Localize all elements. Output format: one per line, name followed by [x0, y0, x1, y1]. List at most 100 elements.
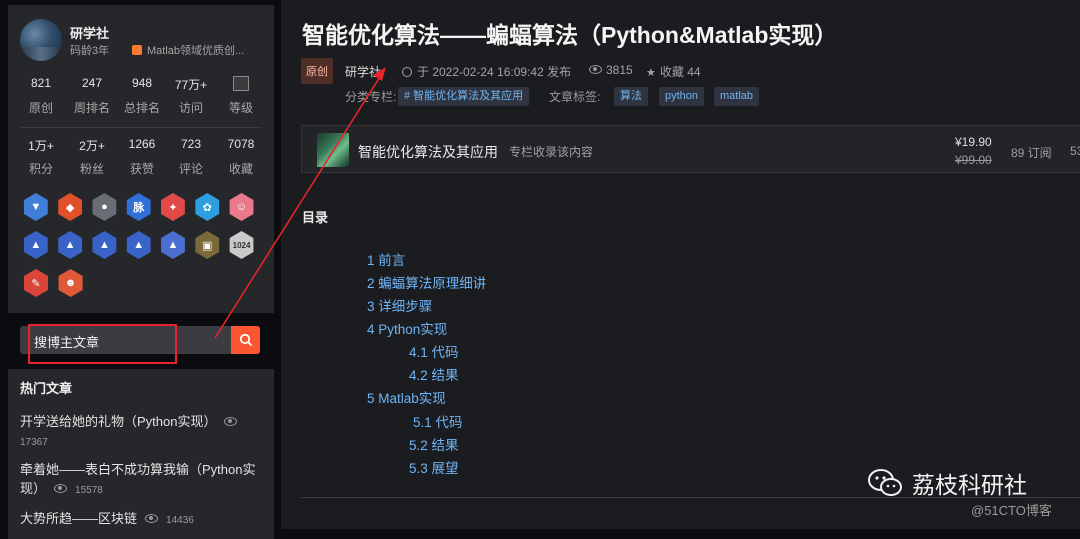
hot-articles-title: 热门文章	[20, 381, 73, 396]
badge-icon[interactable]: ☻	[58, 269, 83, 297]
stat-num: 1万+	[28, 139, 54, 153]
toc-item[interactable]: 5.2 结果	[409, 434, 459, 454]
stat-fans[interactable]: 2万+ 粉丝	[73, 137, 111, 177]
hot-article-views: 17367	[20, 437, 48, 448]
stat-num: 821	[30, 76, 52, 90]
watermark-text: 荔枝科研社	[912, 472, 1027, 498]
stat-label: 获赞	[129, 162, 154, 176]
hot-article-item[interactable]: 开学送给她的礼物（Python实现） 17367	[20, 412, 260, 452]
stat-label: 总排名	[123, 101, 160, 115]
view-count: 3815	[589, 63, 633, 77]
stat-num: 948	[131, 76, 153, 90]
toc-item[interactable]: 5.3 展望	[409, 457, 459, 477]
badge-icon[interactable]: ✎	[23, 269, 49, 297]
stat-original[interactable]: 821 原创	[22, 76, 60, 116]
publish-time: 于 2022-02-24 16:09:42 发布	[402, 63, 571, 80]
badge-1024-icon[interactable]: 1024	[229, 231, 254, 259]
article-author[interactable]: 研学社	[345, 63, 381, 80]
toc-item[interactable]: 5 Matlab实现	[367, 387, 446, 407]
badge-icon[interactable]: ◆	[58, 193, 83, 221]
stat-label: 粉丝	[79, 162, 104, 176]
stats-row-2: 1万+ 积分 2万+ 粉丝 1266 获赞 723 评论 7078 收藏	[8, 137, 274, 177]
search-button[interactable]	[231, 326, 260, 354]
stat-num: 247	[81, 76, 103, 90]
divider	[20, 127, 262, 128]
eye-icon	[145, 514, 159, 523]
badge-row-3: ✎ ☻	[22, 269, 262, 297]
stat-num: 723	[180, 137, 202, 151]
badge-row-2: ▲ ▲ ▲ ▲ ▲ ▣ 1024	[22, 231, 262, 259]
rocket-badge-icon[interactable]: ▲	[126, 231, 151, 259]
badge-icon[interactable]: ☺	[229, 193, 254, 221]
hot-article-item[interactable]: 大势所趋——区块链 14436	[20, 509, 260, 530]
profile-card: 研学社 码龄3年 Matlab领域优质创... 821 原创 247 周排名 948…	[8, 5, 274, 313]
view-count-text: 3815	[606, 63, 633, 77]
toc-item[interactable]: 4.1 代码	[409, 341, 459, 361]
stat-visits[interactable]: 77万+ 访问	[172, 76, 210, 116]
column-old-price: ¥99.00	[955, 153, 992, 167]
stat-label: 周排名	[73, 101, 110, 115]
watermark-site: @51CTO博客	[971, 503, 1052, 518]
stats-row-1: 821 原创 247 周排名 948 总排名 77万+ 访问 等级	[8, 76, 274, 116]
column-title[interactable]: 智能优化算法及其应用	[358, 142, 498, 162]
tag-matlab[interactable]: matlab	[714, 87, 760, 106]
stat-num: 2万+	[79, 139, 105, 153]
eye-icon	[54, 484, 68, 493]
stat-level[interactable]: 等级	[222, 76, 260, 116]
article-title: 智能优化算法——蝙蝠算法（Python&Matlab实现）	[302, 22, 838, 48]
mai-badge-icon[interactable]: 脉	[126, 193, 151, 221]
profile-name[interactable]: 研学社	[70, 23, 109, 42]
toc-item[interactable]: 3 详细步骤	[367, 295, 432, 315]
hot-article-views: 14436	[166, 515, 194, 526]
stat-label: 等级	[228, 101, 253, 115]
original-badge: 原创	[301, 58, 333, 84]
rocket-badge-icon[interactable]: ▲	[92, 231, 117, 259]
badge-icon[interactable]: ✿	[195, 193, 220, 221]
tags-label: 文章标签:	[549, 90, 601, 104]
hot-article-title: 大势所趋——区块链	[20, 511, 138, 526]
badge-text: 1024	[232, 240, 251, 250]
toc-item[interactable]: 4.2 结果	[409, 364, 459, 384]
rocket-badge-icon[interactable]: ▲	[23, 231, 48, 259]
category-label: 分类专栏:	[345, 90, 397, 104]
level-icon	[222, 76, 260, 92]
favorite-count[interactable]: ★ 收藏 44	[646, 63, 701, 80]
badge-row-1: ▼ ◆ ● 脉 ✦ ✿ ☺	[22, 193, 262, 221]
hot-article-title: 牵着她——表白不成功算我输（Python实	[20, 462, 256, 477]
badge-icon[interactable]: ✦	[161, 193, 185, 221]
tag-python[interactable]: python	[659, 87, 705, 106]
badge-icon[interactable]: ▼	[23, 193, 48, 221]
toc-item[interactable]: 2 蝙蝠算法原理细讲	[367, 272, 486, 292]
rocket-badge-icon[interactable]: ▲	[161, 231, 185, 259]
wechat-icon	[868, 469, 902, 496]
star-icon: ★	[646, 67, 656, 79]
profile-age: 码龄3年	[70, 45, 110, 57]
stat-likes[interactable]: 1266 获赞	[123, 137, 161, 177]
stat-label: 收藏	[228, 162, 253, 176]
toc-item[interactable]: 1 前言	[367, 249, 405, 269]
toc-title: 目录	[302, 210, 329, 225]
toc-item[interactable]: 4 Python实现	[367, 318, 447, 338]
hot-article-title: 现）	[20, 481, 47, 496]
github-badge-icon[interactable]: ●	[92, 193, 117, 221]
rocket-badge-icon[interactable]: ▲	[58, 231, 83, 259]
toc-item[interactable]: 5.1 代码	[413, 411, 463, 431]
category-tag[interactable]: # 智能优化算法及其应用	[398, 87, 530, 106]
column-card[interactable]: 智能优化算法及其应用 专栏收录该内容 ¥19.90 ¥99.00 89 订阅 5…	[301, 125, 1080, 173]
stat-points[interactable]: 1万+ 积分	[22, 137, 60, 177]
column-thumbnail	[317, 133, 349, 167]
avatar[interactable]	[20, 19, 62, 61]
stat-week-rank[interactable]: 247 周排名	[73, 76, 111, 116]
stat-comments[interactable]: 723 评论	[172, 137, 210, 177]
stat-label: 访问	[178, 101, 203, 115]
stat-total-rank[interactable]: 948 总排名	[123, 76, 161, 116]
stat-favorites[interactable]: 7078 收藏	[222, 137, 260, 177]
profile-expert-tag[interactable]: Matlab领域优质创...	[132, 42, 244, 58]
stat-label: 评论	[178, 162, 203, 176]
column-extra: 53	[1070, 144, 1080, 158]
search-icon	[239, 333, 252, 347]
badge-icon[interactable]: ▣	[195, 231, 220, 259]
tag-algorithm[interactable]: 算法	[614, 87, 648, 106]
hot-article-item[interactable]: 牵着她——表白不成功算我输（Python实 现） 15578	[20, 460, 260, 500]
highlight-box	[28, 324, 177, 364]
